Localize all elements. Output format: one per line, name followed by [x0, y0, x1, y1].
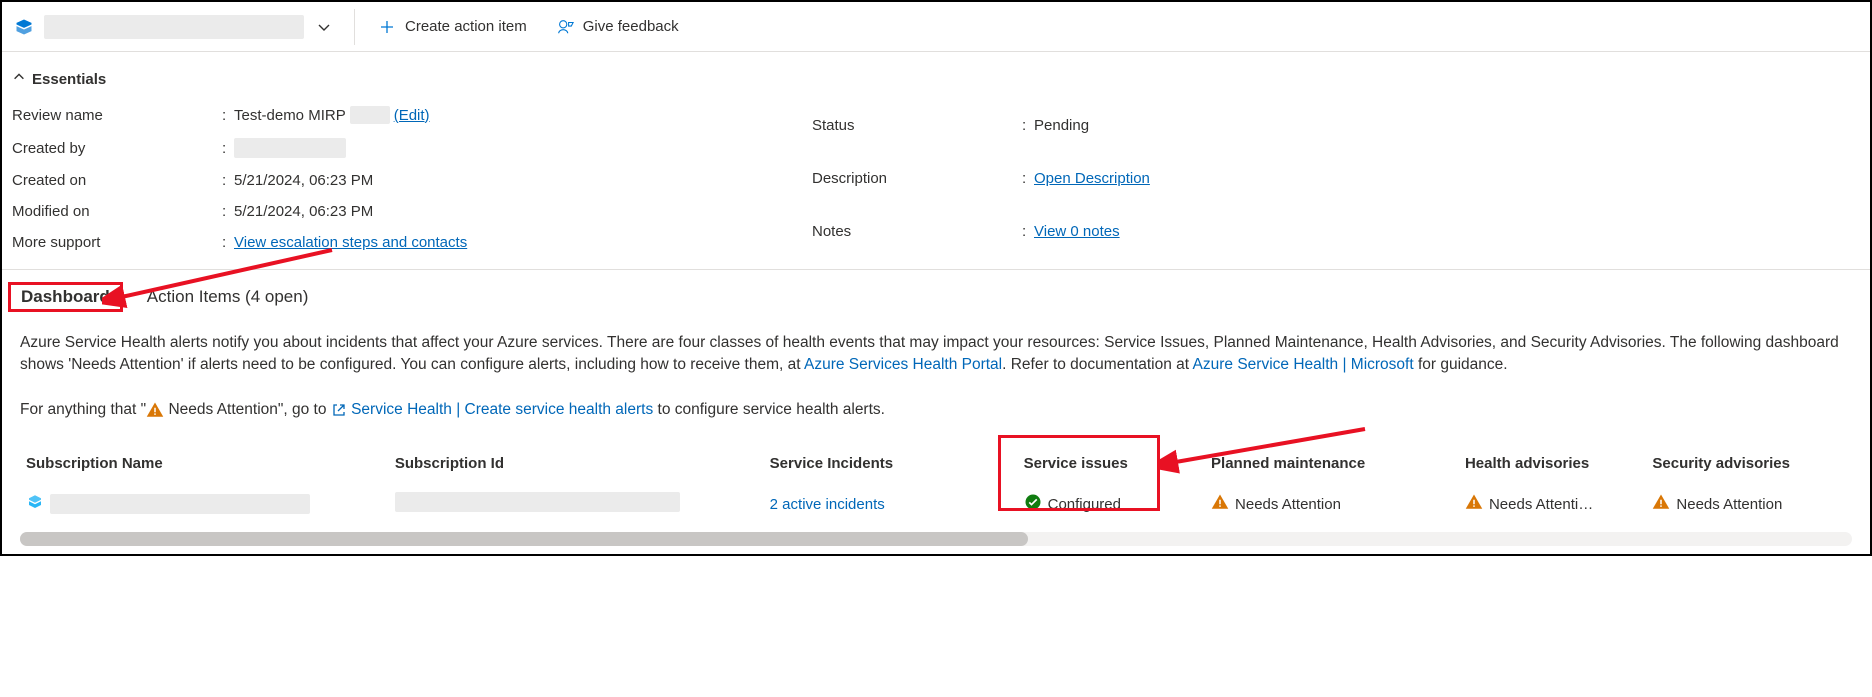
give-feedback-button[interactable]: Give feedback	[541, 2, 693, 52]
command-bar: Create action item Give feedback	[2, 2, 1870, 52]
escalation-link[interactable]: View escalation steps and contacts	[234, 234, 467, 251]
security-advisories-status: Needs Attention	[1676, 496, 1782, 513]
view-notes-link[interactable]: View 0 notes	[1034, 223, 1120, 240]
redacted-segment	[350, 106, 390, 124]
azure-health-portal-link[interactable]: Azure Services Health Portal	[804, 356, 1002, 373]
subscriptions-table: Subscription Name Subscription Id Servic…	[20, 445, 1852, 526]
breadcrumb[interactable]	[2, 15, 346, 39]
active-incidents-link[interactable]: 2 active incidents	[770, 496, 885, 513]
col-planned-maintenance[interactable]: Planned maintenance	[1205, 445, 1459, 482]
col-subscription-name[interactable]: Subscription Name	[20, 445, 389, 482]
review-name-value: Test-demo MIRP (Edit)	[234, 106, 812, 124]
created-by-value	[234, 138, 812, 158]
created-on-value: 5/21/2024, 06:23 PM	[234, 172, 812, 189]
redacted-subscription-name	[50, 494, 310, 514]
table-row[interactable]: 2 active incidents Configured Needs Atte…	[20, 482, 1852, 526]
redacted-creator	[234, 138, 346, 158]
redacted-subscription-id	[395, 492, 680, 512]
health-advisories-status: Needs Attenti…	[1489, 496, 1593, 513]
external-link-icon	[331, 402, 347, 418]
col-service-incidents[interactable]: Service Incidents	[764, 445, 1018, 482]
essentials-left-column: Review name: Test-demo MIRP (Edit) Creat…	[12, 106, 812, 251]
scrollbar-thumb[interactable]	[20, 532, 1028, 546]
col-security-advisories[interactable]: Security advisories	[1646, 445, 1852, 482]
warning-icon	[1465, 493, 1483, 515]
review-name-label: Review name	[12, 107, 222, 124]
col-subscription-id[interactable]: Subscription Id	[389, 445, 764, 482]
created-on-label: Created on	[12, 172, 222, 189]
col-service-issues[interactable]: Service issues	[1018, 445, 1205, 482]
edit-review-name-link[interactable]: (Edit)	[394, 107, 430, 124]
horizontal-scrollbar[interactable]	[20, 532, 1852, 546]
breadcrumb-name-redacted	[44, 15, 304, 39]
warning-icon	[1211, 493, 1229, 515]
essentials-toggle[interactable]: Essentials	[12, 70, 1860, 88]
plus-icon	[377, 17, 397, 37]
separator	[354, 9, 355, 45]
annotation-highlight-dashboard: Dashboard	[8, 282, 123, 312]
open-description-link[interactable]: Open Description	[1034, 170, 1150, 187]
planned-maintenance-status: Needs Attention	[1235, 496, 1341, 513]
azure-service-health-docs-link[interactable]: Azure Service Health | Microsoft	[1193, 356, 1414, 373]
service-issues-status: Configured	[1048, 496, 1121, 513]
modified-on-value: 5/21/2024, 06:23 PM	[234, 203, 812, 220]
tab-action-items[interactable]: Action Items (4 open)	[143, 283, 313, 311]
description-label: Description	[812, 170, 1022, 187]
resource-icon	[14, 17, 34, 37]
dashboard-description: Azure Service Health alerts notify you a…	[2, 322, 1870, 431]
chevron-up-icon	[12, 70, 26, 88]
modified-on-label: Modified on	[12, 203, 222, 220]
created-by-label: Created by	[12, 140, 222, 157]
essentials-right-column: Status: Pending Description: Open Descri…	[812, 106, 1860, 251]
create-service-health-alerts-link[interactable]: Service Health | Create service health a…	[351, 401, 653, 418]
tab-bar: Dashboard Action Items (4 open)	[2, 270, 1870, 322]
tab-dashboard[interactable]: Dashboard	[17, 283, 114, 310]
table-header-row: Subscription Name Subscription Id Servic…	[20, 445, 1852, 482]
subscription-icon	[26, 493, 44, 515]
feedback-icon	[555, 17, 575, 37]
warning-icon	[146, 401, 164, 419]
warning-icon	[1652, 493, 1670, 515]
col-health-advisories[interactable]: Health advisories	[1459, 445, 1646, 482]
give-feedback-label: Give feedback	[583, 18, 679, 35]
create-action-item-label: Create action item	[405, 18, 527, 35]
essentials-title: Essentials	[32, 71, 106, 88]
create-action-item-button[interactable]: Create action item	[363, 2, 541, 52]
notes-label: Notes	[812, 223, 1022, 240]
more-support-label: More support	[12, 234, 222, 251]
essentials-section: Essentials Review name: Test-demo MIRP (…	[2, 52, 1870, 270]
chevron-down-icon[interactable]	[314, 17, 334, 37]
check-circle-icon	[1024, 493, 1042, 515]
status-label: Status	[812, 117, 1022, 134]
status-value: Pending	[1034, 117, 1860, 134]
subscriptions-table-wrap: Subscription Name Subscription Id Servic…	[2, 431, 1870, 526]
